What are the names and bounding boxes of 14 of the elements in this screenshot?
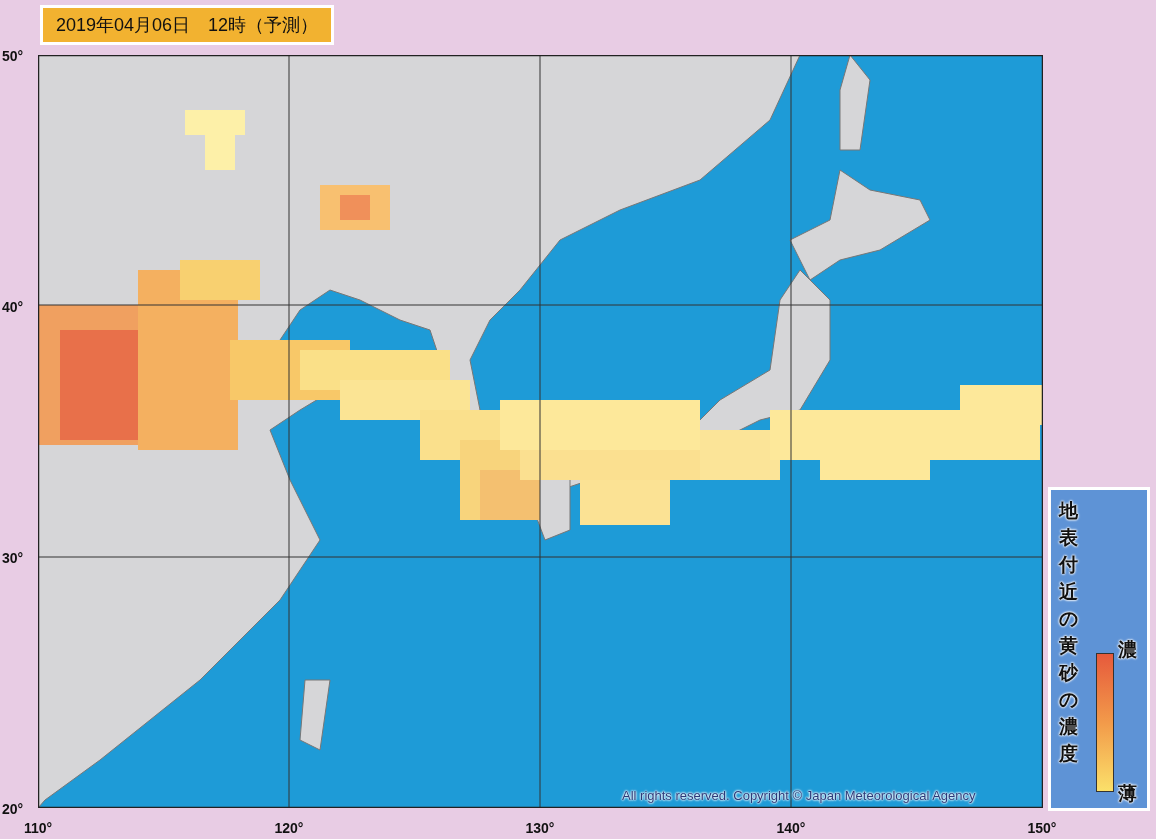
latitude-label: 20° xyxy=(2,800,24,819)
latitude-label: 30° xyxy=(2,549,24,568)
longitude-label: 150° xyxy=(1026,819,1058,838)
low-label: 薄 xyxy=(1118,781,1137,806)
high-label: 濃 xyxy=(1118,638,1137,662)
copyright-text: All rights reserved. Copyright © Japan Meteorological Agency xyxy=(622,787,976,805)
longitude-label: 140° xyxy=(775,819,807,838)
latitude-label: 40° xyxy=(2,298,24,317)
longitude-label: 130° xyxy=(524,819,556,838)
longitude-label: 120° xyxy=(273,819,305,838)
legend-title: 地表付近の黄砂の濃度 xyxy=(1059,499,1078,766)
latitude-label: 50° xyxy=(2,47,24,66)
title-banner: 2019年04月06日 12時（予測） xyxy=(40,5,334,45)
longitude-label: 110° xyxy=(22,819,54,838)
